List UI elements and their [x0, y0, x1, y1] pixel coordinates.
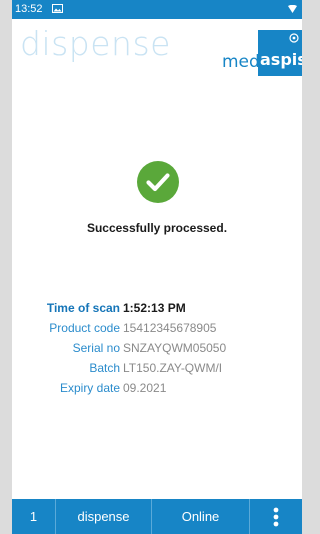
- detail-label: Expiry date: [59, 381, 120, 395]
- detail-value: LT150.ZAY-QWM/I: [123, 361, 223, 375]
- app-screen: 13:52 dispense med aspis Successfully pr…: [12, 0, 302, 534]
- bottom-bar: 1 dispense Online: [12, 499, 302, 534]
- detail-row-batch: Batch LT150.ZAY-QWM/I: [12, 361, 302, 381]
- detail-label: Batch: [89, 361, 120, 375]
- status-time: 13:52: [15, 3, 43, 15]
- detail-row-expiry-date: Expiry date 09.2021: [12, 381, 302, 401]
- detail-row-time-of-scan: Time of scan 1:52:13 PM: [12, 301, 302, 321]
- success-message: Successfully processed.: [86, 221, 228, 235]
- overflow-menu-button[interactable]: [250, 499, 302, 534]
- status-bar: 13:52: [12, 0, 302, 19]
- detail-label: Time of scan: [46, 301, 120, 315]
- check-circle-icon: [137, 161, 179, 203]
- detail-label: Serial no: [72, 341, 120, 355]
- logo-text-aspis: aspis: [260, 50, 302, 69]
- detail-value: SNZAYQWM05050: [123, 341, 227, 355]
- logo-text-med: med: [222, 52, 260, 72]
- gallery-icon: [52, 4, 63, 13]
- connection-status-button[interactable]: Online: [152, 499, 250, 534]
- detail-label: Product code: [49, 321, 120, 335]
- logo-box: aspis: [258, 30, 302, 76]
- logo-mark-icon: [289, 33, 299, 43]
- detail-value: 09.2021: [123, 381, 167, 395]
- wifi-icon: [288, 5, 297, 13]
- detail-row-serial-no: Serial no SNZAYQWM05050: [12, 341, 302, 361]
- scan-details: Time of scan 1:52:13 PM Product code 154…: [12, 301, 302, 401]
- detail-value: 15412345678905: [123, 321, 217, 335]
- more-vertical-icon: [273, 507, 279, 526]
- detail-value: 1:52:13 PM: [123, 301, 186, 315]
- scan-count-button[interactable]: 1: [12, 499, 56, 534]
- medaspis-logo: med aspis: [222, 30, 302, 76]
- page-title: dispense: [20, 24, 171, 63]
- detail-row-product-code: Product code 15412345678905: [12, 321, 302, 341]
- mode-button[interactable]: dispense: [56, 499, 152, 534]
